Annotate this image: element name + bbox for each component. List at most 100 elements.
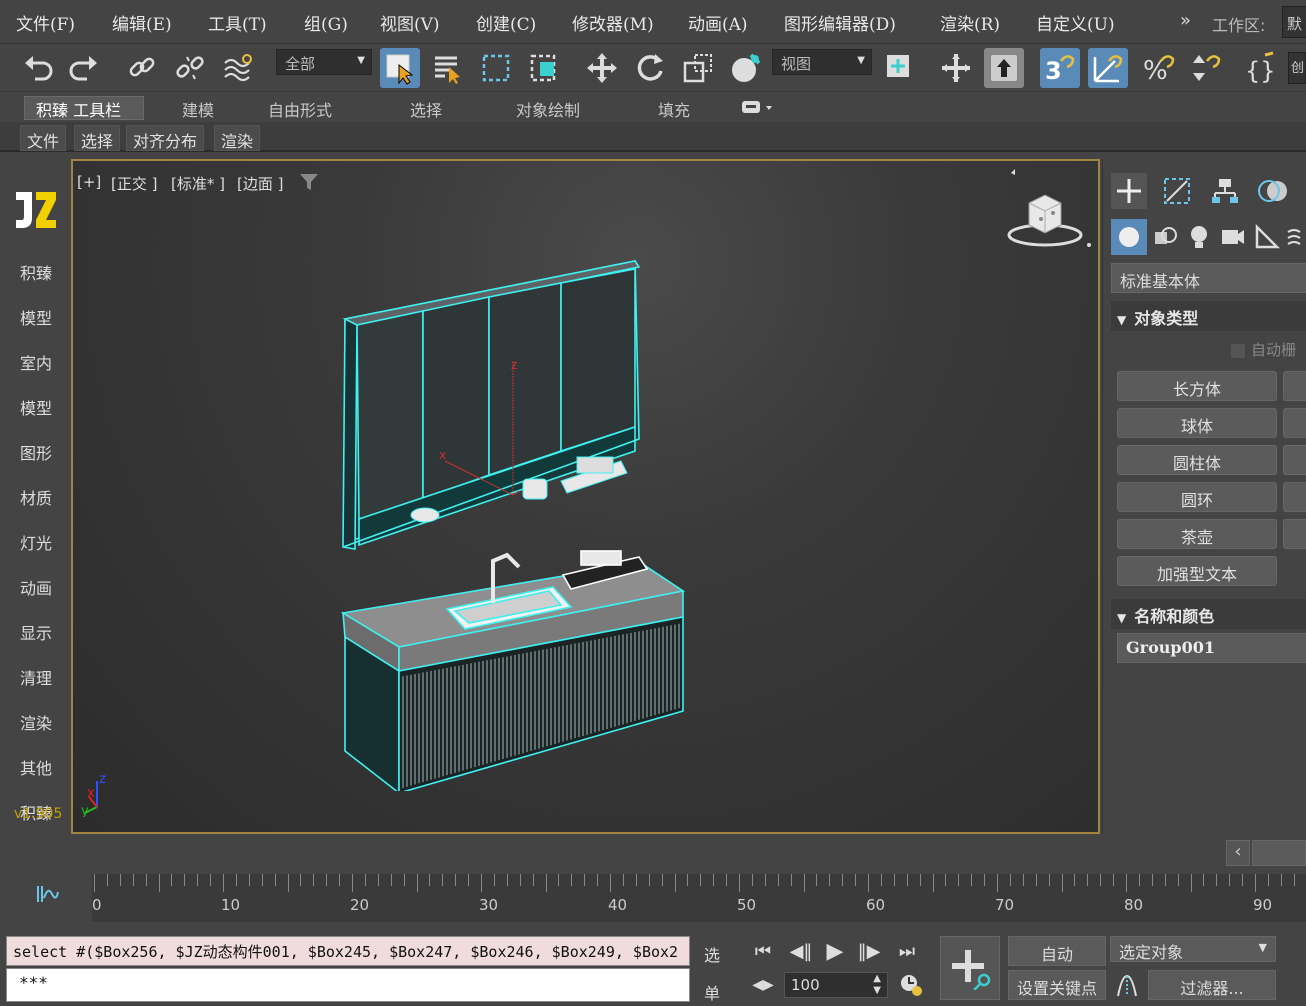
leftbar-item-material[interactable]: 材质 [20,485,52,509]
autogrid-checkbox[interactable]: 自动栅 [1231,339,1296,360]
viewcube-icon[interactable] [1003,165,1093,255]
ribbon-sub-file[interactable]: 文件 [20,125,67,151]
key-filters-button[interactable]: 过滤器... [1148,970,1276,1000]
viewport-edge-label[interactable]: [边面 ] [237,173,283,194]
window-crossing-button[interactable] [524,48,564,88]
leftbar-item-interior[interactable]: 室内 [20,350,52,374]
key-mode-icon[interactable]: ◀▶ [748,970,778,1000]
snaps-toggle-button[interactable]: 3 [1040,48,1080,88]
teapot-button[interactable]: 茶壶 [1117,519,1277,549]
object-type-rollout[interactable]: ▼ 对象类型 [1111,301,1306,331]
viewport-plus-menu[interactable]: [+] [77,173,101,191]
menu-file[interactable]: 文件(F) [16,10,75,35]
ribbon-sub-align[interactable]: 对齐分布 [126,125,205,151]
pyramid-button[interactable] [1283,482,1306,512]
scale-button[interactable] [678,48,718,88]
goto-start-icon[interactable]: ⏮ [748,936,778,966]
ribbon-tab-jz-toolbar[interactable]: 积臻 工具栏 [36,97,121,121]
next-frame-icon[interactable]: ‖▶ [854,936,884,966]
menu-create[interactable]: 创建(C) [476,10,536,35]
prev-frame-slider-button[interactable]: ‹ [1226,840,1250,866]
spinner-snap-button[interactable] [1186,48,1226,88]
auto-key-button[interactable]: 自动 [1008,936,1106,966]
create-selection-set-field[interactable]: 创 [1288,52,1306,84]
cone-button[interactable] [1283,371,1306,401]
workspace-dropdown[interactable]: 默 [1282,6,1306,38]
leftbar-item-render[interactable]: 渲染 [20,710,52,734]
menu-customize[interactable]: 自定义(U) [1036,10,1115,35]
rotate-button[interactable] [630,48,670,88]
maxscript-listener-output[interactable]: select #($Box256, $JZ动态构件001, $Box245, $… [6,936,690,966]
leftbar-item-shapes[interactable]: 图形 [20,440,52,464]
leftbar-item-display[interactable]: 显示 [20,620,52,644]
tube-button[interactable] [1283,445,1306,475]
object-category-dropdown[interactable]: 标准基本体 [1111,263,1306,293]
key-filter-dropdown[interactable]: 选定对象 ▼ [1110,936,1276,962]
ribbon-tab-freeform[interactable]: 自由形式 [268,97,332,121]
helpers-icon[interactable] [1249,219,1285,255]
edit-named-selection-button[interactable]: {} [1240,48,1280,88]
select-by-name-button[interactable] [428,48,468,88]
link-button[interactable] [122,48,162,88]
undo-button[interactable] [18,48,58,88]
menu-tools[interactable]: 工具(T) [208,10,267,35]
cameras-icon[interactable] [1215,219,1251,255]
hierarchy-tab-icon[interactable] [1207,173,1243,209]
sphere-button[interactable]: 球体 [1117,408,1277,438]
text-plus-button[interactable]: 加强型文本 [1117,556,1277,586]
scene-vanity-model[interactable]: z x [323,251,783,791]
select-manipulate-button[interactable] [936,48,976,88]
chevron-right-icon[interactable]: » [1180,10,1191,31]
time-slider[interactable] [1252,840,1306,866]
modify-tab-icon[interactable] [1159,173,1195,209]
keyboard-shortcut-override-button[interactable] [984,48,1024,88]
menu-edit[interactable]: 编辑(E) [112,10,172,35]
filter-icon[interactable] [299,173,319,191]
menu-views[interactable]: 视图(V) [380,10,440,35]
move-button[interactable] [582,48,622,88]
menu-rendering[interactable]: 渲染(R) [940,10,1000,35]
torus-button[interactable]: 圆环 [1117,482,1277,512]
ribbon-sub-select[interactable]: 选择 [74,125,121,151]
viewport-orthographic[interactable]: [+] [正交 ] [标准* ] [边面 ] z x z y x [71,159,1100,834]
motion-tab-icon[interactable] [1255,173,1291,209]
angle-snap-button[interactable] [1088,48,1128,88]
ribbon-tab-selection[interactable]: 选择 [410,97,442,121]
leftbar-item-lights[interactable]: 灯光 [20,530,52,554]
time-config-icon[interactable] [896,970,926,1000]
menu-group[interactable]: 组(G) [304,10,348,35]
object-name-field[interactable]: Group001 [1117,633,1306,663]
leftbar-item-animation[interactable]: 动画 [20,575,52,599]
ribbon-options-icon[interactable] [740,98,774,120]
menu-modifiers[interactable]: 修改器(M) [572,10,654,35]
play-icon[interactable]: ▶ [820,936,850,966]
unlink-button[interactable] [170,48,210,88]
create-tab-icon[interactable] [1111,173,1147,209]
spacewarps-icon[interactable] [1285,219,1306,255]
box-button[interactable]: 长方体 [1117,371,1277,401]
leftbar-item-other[interactable]: 其他 [20,755,52,779]
geometry-icon[interactable] [1111,219,1147,255]
goto-end-icon[interactable]: ⏭ [892,936,922,966]
ribbon-tab-populate[interactable]: 填充 [658,97,690,121]
current-frame-field[interactable]: 100 ▲ ▼ [784,972,888,998]
select-object-button[interactable] [380,48,420,88]
plane-button[interactable] [1283,519,1306,549]
timeline-ruler[interactable]: 0 10 20 30 40 50 60 70 80 90 [92,874,1306,922]
cylinder-button[interactable]: 圆柱体 [1117,445,1277,475]
set-key-button[interactable]: 设置关键点 [1008,970,1106,1000]
lights-icon[interactable] [1181,219,1217,255]
leftbar-item-model-2[interactable]: 模型 [20,395,52,419]
menu-graph-editors[interactable]: 图形编辑器(D) [784,10,896,35]
set-key-big-button[interactable] [940,936,1000,1000]
name-color-rollout[interactable]: ▼ 名称和颜色 [1111,599,1306,629]
shapes-icon[interactable] [1147,219,1183,255]
curve-editor-icon[interactable] [36,884,60,904]
leftbar-item-model[interactable]: 模型 [20,305,52,329]
viewport-view-label[interactable]: [正交 ] [111,173,157,194]
prev-frame-icon[interactable]: ◀‖ [786,936,816,966]
ribbon-tab-modeling[interactable]: 建模 [182,97,214,121]
place-button[interactable] [726,48,766,88]
percent-snap-button[interactable]: % [1138,48,1178,88]
menu-animation[interactable]: 动画(A) [688,10,748,35]
